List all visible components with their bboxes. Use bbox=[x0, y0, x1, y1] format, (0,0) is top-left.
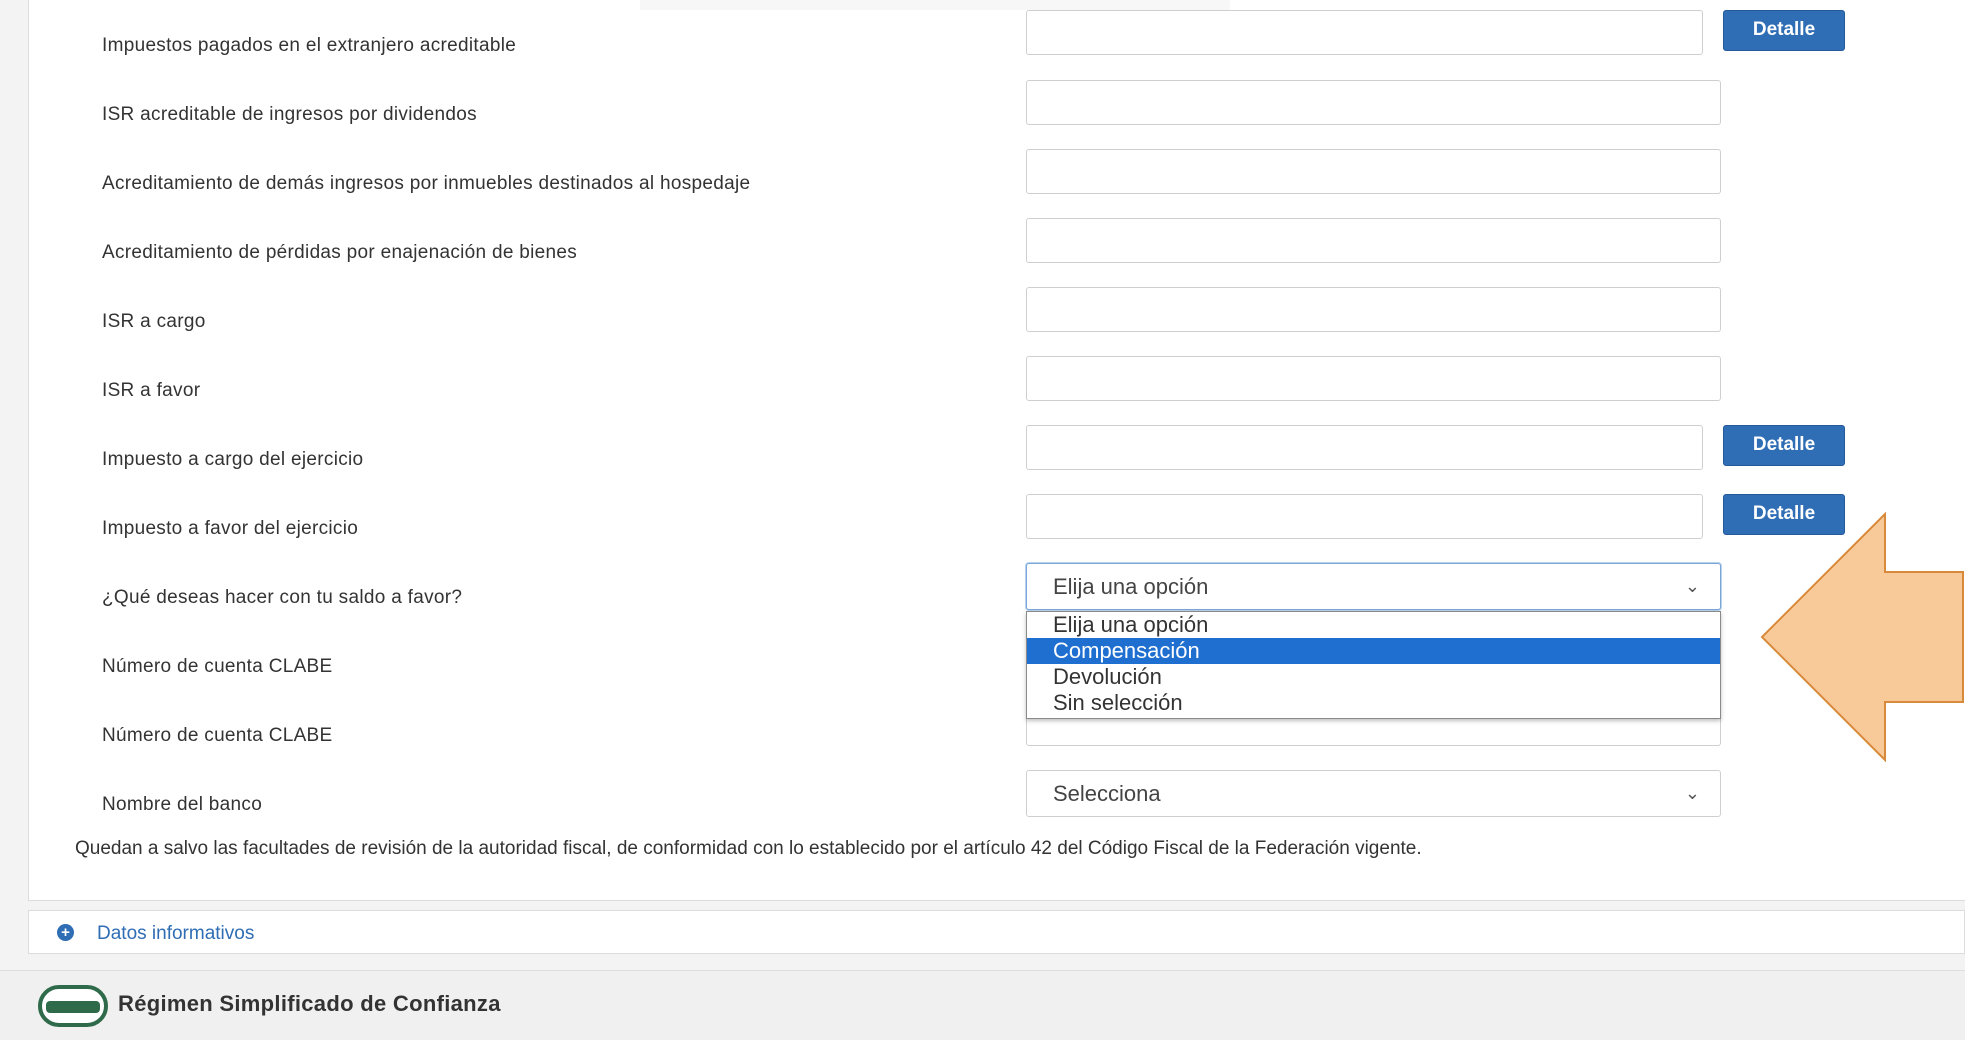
input-isr-cargo[interactable] bbox=[1026, 287, 1721, 332]
saldo-favor-dropdown-list: Elija una opción Compensación Devolución… bbox=[1026, 611, 1721, 719]
plus-circle-icon: + bbox=[57, 924, 74, 941]
label-impuesto-cargo-ejercicio: Impuesto a cargo del ejercicio bbox=[102, 449, 364, 470]
label-nombre-banco: Nombre del banco bbox=[102, 794, 263, 815]
label-cuenta-clabe-2: Número de cuenta CLABE bbox=[102, 725, 333, 746]
banco-select-value: Selecciona bbox=[1053, 781, 1161, 806]
label-acreditamiento-perdidas: Acreditamiento de pérdidas por enajenaci… bbox=[102, 242, 578, 263]
annotation-arrow-icon bbox=[1760, 512, 1964, 762]
banco-select[interactable]: Selecciona ⌄ bbox=[1026, 770, 1721, 817]
datos-informativos-link[interactable]: Datos informativos bbox=[97, 923, 254, 945]
label-saldo-favor: ¿Qué deseas hacer con tu saldo a favor? bbox=[102, 587, 463, 608]
input-isr-favor[interactable] bbox=[1026, 356, 1721, 401]
label-isr-dividendos: ISR acreditable de ingresos por dividend… bbox=[102, 104, 477, 125]
input-impuesto-cargo-ejercicio[interactable] bbox=[1026, 425, 1703, 470]
option-compensacion[interactable]: Compensación bbox=[1027, 638, 1720, 664]
legal-note: Quedan a salvo las facultades de revisió… bbox=[75, 838, 1422, 859]
resico-logo bbox=[38, 985, 108, 1027]
input-impuestos-extranjero[interactable] bbox=[1026, 10, 1703, 55]
label-impuesto-favor-ejercicio: Impuesto a favor del ejercicio bbox=[102, 518, 359, 539]
datos-informativos-section[interactable]: + Datos informativos bbox=[28, 910, 1965, 954]
chevron-down-icon: ⌄ bbox=[1684, 576, 1700, 596]
resico-section-header[interactable]: Régimen Simplificado de Confianza bbox=[0, 970, 1965, 1040]
option-elija[interactable]: Elija una opción bbox=[1027, 612, 1720, 638]
option-devolucion[interactable]: Devolución bbox=[1027, 664, 1720, 690]
resico-title: Régimen Simplificado de Confianza bbox=[118, 991, 501, 1016]
input-impuesto-favor-ejercicio[interactable] bbox=[1026, 494, 1703, 539]
option-sin-seleccion[interactable]: Sin selección bbox=[1027, 690, 1720, 716]
chevron-down-icon: ⌄ bbox=[1684, 783, 1700, 803]
saldo-favor-select-value: Elija una opción bbox=[1053, 574, 1209, 599]
top-tab-edge bbox=[640, 0, 1230, 10]
detalle-button-cargo[interactable]: Detalle bbox=[1723, 425, 1845, 466]
label-cuenta-clabe-1: Número de cuenta CLABE bbox=[102, 656, 333, 677]
label-isr-favor: ISR a favor bbox=[102, 380, 201, 401]
label-isr-cargo: ISR a cargo bbox=[102, 311, 206, 332]
label-acreditamiento-hospedaje: Acreditamiento de demás ingresos por inm… bbox=[102, 173, 751, 194]
input-isr-dividendos[interactable] bbox=[1026, 80, 1721, 125]
detalle-button-extranjero[interactable]: Detalle bbox=[1723, 10, 1845, 51]
saldo-favor-select[interactable]: Elija una opción ⌄ bbox=[1026, 563, 1721, 610]
input-acreditamiento-perdidas[interactable] bbox=[1026, 218, 1721, 263]
label-impuestos-extranjero: Impuestos pagados en el extranjero acred… bbox=[102, 35, 517, 56]
input-acreditamiento-hospedaje[interactable] bbox=[1026, 149, 1721, 194]
